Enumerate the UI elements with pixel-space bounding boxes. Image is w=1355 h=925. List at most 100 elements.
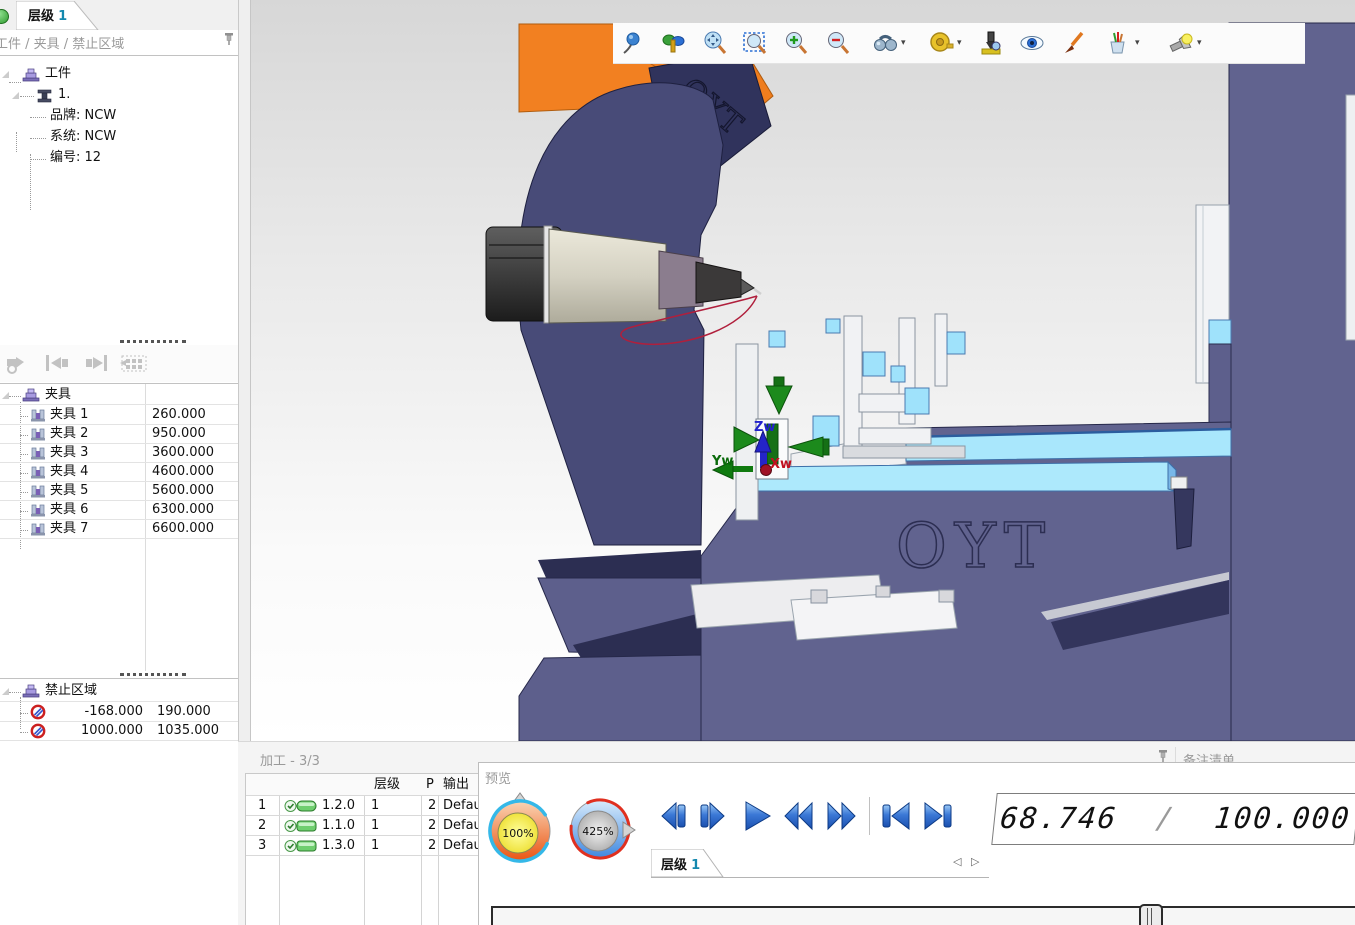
pan-view-icon[interactable]: [702, 30, 728, 56]
probe-tool-icon[interactable]: [978, 30, 1004, 56]
tree-row-number[interactable]: 编号: 12: [0, 148, 238, 167]
expander-icon[interactable]: [2, 392, 9, 399]
pen-set-dropdown-caret[interactable]: ▾: [1135, 23, 1140, 63]
forbidden-value-2: 1035.000: [157, 721, 219, 740]
fixture-row-2[interactable]: 夹具 2 950.000: [0, 424, 238, 444]
pen-set-icon[interactable]: [1104, 30, 1130, 56]
tree-row-forbidden-root[interactable]: 禁止区域: [0, 680, 238, 702]
tab-scroll-right[interactable]: ▷: [971, 855, 979, 868]
prop-number-label: 编号:: [50, 150, 80, 165]
tree-row-brand[interactable]: 品牌: NCW: [0, 106, 238, 125]
fixture-move-left-icon[interactable]: [42, 351, 72, 375]
button-separator: [869, 797, 870, 835]
fixture-grid-icon[interactable]: [120, 351, 150, 375]
horizontal-splitter[interactable]: [0, 671, 238, 678]
operation-id: 1.2.0: [322, 796, 355, 815]
operation-level: 1: [371, 816, 379, 835]
pin-icon[interactable]: [222, 31, 236, 47]
zoom-dial[interactable]: 425%: [565, 789, 645, 865]
fixture-row-4[interactable]: 夹具 4 4600.000: [0, 462, 238, 482]
fixture-icon: [30, 521, 46, 536]
tree-row-system[interactable]: 系统: NCW: [0, 127, 238, 146]
fixture-row-5[interactable]: 夹具 5 5600.000: [0, 481, 238, 501]
machining-title: 加工 - 3/3: [260, 750, 320, 769]
row-number: 3: [258, 836, 266, 855]
tab-scroll-left[interactable]: ◁: [953, 855, 961, 868]
forbidden-row-2[interactable]: 1000.000 1035.000: [0, 721, 238, 741]
fixture-name: 夹具 6: [50, 500, 88, 519]
jump-to-start-button[interactable]: [878, 799, 914, 833]
progress-display: 68.746 / 100.000: [991, 793, 1355, 845]
jump-to-end-button[interactable]: [920, 799, 956, 833]
forbidden-row-1[interactable]: -168.000 190.000: [0, 702, 238, 722]
status-enabled-icon[interactable]: [284, 799, 318, 813]
progress-separator: /: [1154, 801, 1177, 835]
measure-dropdown-caret[interactable]: ▾: [957, 23, 962, 63]
fixture-icon: [30, 464, 46, 479]
application-window: 层级 1 工件 / 夹具 / 禁止区域 工件: [0, 0, 1355, 925]
status-dot-icon: [0, 9, 9, 24]
operation-output: Defau: [443, 836, 482, 855]
operation-output: Defau: [443, 816, 482, 835]
fixture-row-7[interactable]: 夹具 7 6600.000: [0, 519, 238, 539]
fixture-add-icon[interactable]: [4, 351, 32, 375]
fixture-value: 260.000: [152, 405, 206, 424]
preview-tab-hierarchy[interactable]: 层级 1: [661, 854, 700, 873]
forbidden-root-icon: [22, 683, 40, 698]
flashlight-icon[interactable]: [1168, 30, 1194, 56]
step-forward-button[interactable]: [696, 799, 732, 833]
col-header-level[interactable]: 层级: [374, 774, 400, 795]
zoom-out-icon[interactable]: [825, 30, 851, 56]
fixture-icon: [30, 502, 46, 517]
speed-dial[interactable]: 100%: [485, 785, 557, 865]
fixture-name: 夹具 7: [50, 519, 88, 538]
find-dropdown-caret[interactable]: ▾: [901, 23, 906, 63]
preview-panel: 预览 100% 425% 68.746 / 100.000: [478, 762, 1355, 925]
timeline-track[interactable]: [491, 906, 1355, 925]
find-icon[interactable]: [872, 30, 898, 56]
progress-current: 68.746: [999, 801, 1119, 835]
fixture-root-icon: [22, 387, 40, 402]
timeline-handle[interactable]: [1139, 904, 1163, 925]
fixture-move-right-icon[interactable]: [82, 351, 112, 375]
play-button[interactable]: [738, 799, 774, 833]
progress-total: 100.000: [1213, 801, 1353, 835]
step-back-button[interactable]: [654, 799, 690, 833]
visibility-eye-icon[interactable]: [1019, 30, 1045, 56]
zoom-window-icon[interactable]: [742, 30, 768, 56]
status-enabled-icon[interactable]: [284, 819, 318, 833]
operation-level: 1: [371, 796, 379, 815]
vertical-splitter[interactable]: [239, 0, 250, 741]
measure-tape-icon[interactable]: [928, 30, 954, 56]
zoom-in-icon[interactable]: [783, 30, 809, 56]
tree-row-workpiece-root[interactable]: 工件: [0, 64, 238, 83]
row-number: 1: [258, 796, 266, 815]
part-icon: [36, 88, 54, 103]
tree-row-fixture-root[interactable]: 夹具: [0, 385, 238, 405]
fixture-row-3[interactable]: 夹具 3 3600.000: [0, 443, 238, 463]
fixture-row-1[interactable]: 夹具 1 260.000: [0, 405, 238, 425]
expander-icon[interactable]: [12, 92, 19, 99]
flashlight-dropdown-caret[interactable]: ▾: [1197, 23, 1202, 63]
horizontal-splitter[interactable]: [0, 338, 238, 345]
col-header-output[interactable]: 输出: [443, 774, 469, 795]
orient-view-icon[interactable]: [660, 30, 686, 56]
tree-row-part[interactable]: 1.: [0, 85, 238, 104]
rewind-button[interactable]: [781, 799, 817, 833]
axis-label-x: Xw: [770, 457, 792, 472]
status-enabled-icon[interactable]: [284, 839, 318, 853]
expander-icon[interactable]: [2, 688, 9, 695]
paint-brush-icon[interactable]: [1061, 30, 1087, 56]
fast-forward-button[interactable]: [823, 799, 859, 833]
expander-icon[interactable]: [2, 71, 9, 78]
col-header-p[interactable]: P: [426, 774, 434, 795]
forbidden-value-1: -168.000: [48, 702, 143, 721]
workpiece-tree-panel: 工件 1. 品牌: NCW 系统: NCW: [0, 55, 238, 339]
machine-right-column: [1229, 23, 1355, 741]
fixture-row-6[interactable]: 夹具 6 6300.000: [0, 500, 238, 520]
tab-hierarchy[interactable]: 层级 1: [28, 5, 67, 24]
machine-3d-viewport[interactable]: OYT OYT: [250, 0, 1355, 741]
locate-pin-icon[interactable]: [619, 30, 645, 56]
operation-level: 1: [371, 836, 379, 855]
no-entry-icon: [30, 704, 46, 720]
